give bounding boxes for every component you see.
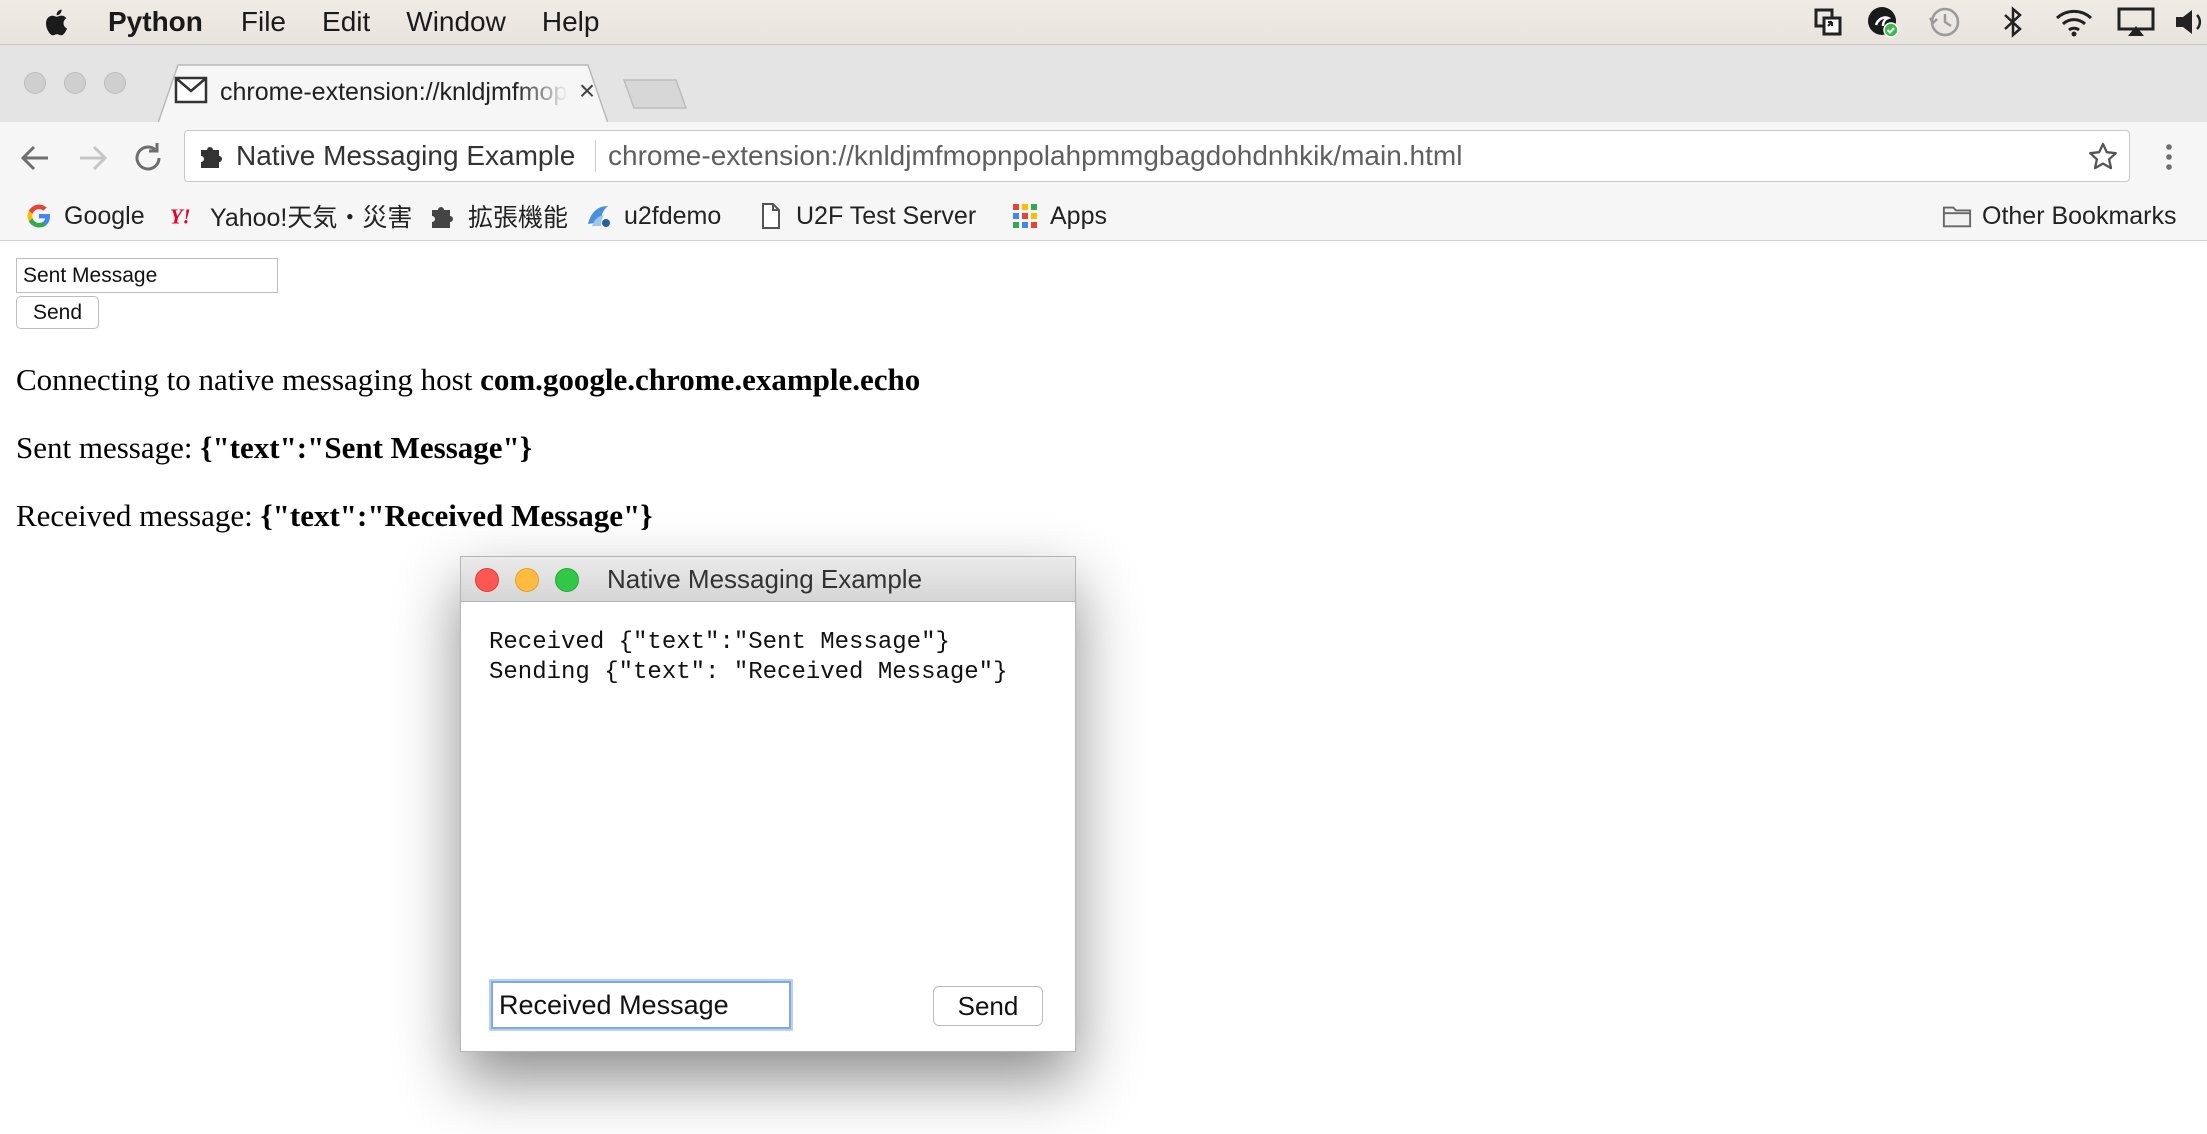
yahoo-icon: Y! <box>170 201 200 231</box>
status-connecting-line: Connecting to native messaging host com.… <box>16 362 920 398</box>
sent-message-json: {"text":"Sent Message"} <box>200 430 532 465</box>
page-icon <box>756 201 786 231</box>
dialog-zoom-button[interactable] <box>555 568 579 592</box>
dialog-log-line: Received {"text":"Sent Message"} <box>489 629 950 656</box>
folder-icon <box>1942 201 1972 231</box>
extension-puzzle-icon <box>198 141 226 171</box>
dialog-minimize-button[interactable] <box>515 568 539 592</box>
window-zoom-button[interactable] <box>104 72 126 94</box>
menu-app-python[interactable]: Python <box>108 6 203 38</box>
sent-message-label: Sent message: <box>16 430 201 465</box>
u2f-icon <box>584 201 614 231</box>
message-input[interactable] <box>16 258 278 293</box>
apple-logo-icon[interactable] <box>40 5 74 39</box>
bookmark-u2fdemo[interactable]: u2fdemo <box>584 196 721 236</box>
bookmark-extensions[interactable]: 拡張機能 <box>428 196 568 236</box>
svg-text:Y!: Y! <box>170 207 191 229</box>
bookmark-label: Apps <box>1050 201 1107 230</box>
omnibox-divider <box>595 140 596 172</box>
volume-icon[interactable] <box>2172 0 2207 44</box>
dialog-titlebar[interactable]: Native Messaging Example <box>461 557 1075 602</box>
menu-window[interactable]: Window <box>406 6 506 38</box>
account-sync-icon[interactable] <box>1864 0 1902 44</box>
new-tab-button[interactable] <box>620 76 690 110</box>
dialog-title: Native Messaging Example <box>607 564 923 594</box>
window-close-button[interactable] <box>24 72 46 94</box>
bookmark-u2f-test-server[interactable]: U2F Test Server <box>756 196 976 236</box>
bookmark-label: Yahoo!天気・災害 <box>210 204 413 232</box>
airplay-icon[interactable] <box>2114 0 2158 44</box>
bookmark-apps[interactable]: Apps <box>1010 196 1107 236</box>
dialog-close-button[interactable] <box>475 568 499 592</box>
extension-puzzle-icon <box>428 201 458 231</box>
sent-message-line: Sent message: {"text":"Sent Message"} <box>16 430 532 466</box>
bookmark-star-icon[interactable] <box>2086 140 2120 174</box>
menu-help[interactable]: Help <box>542 6 600 38</box>
wifi-icon[interactable] <box>2052 0 2096 44</box>
menu-file[interactable]: File <box>241 6 286 38</box>
url-text[interactable]: chrome-extension://knldjmfmopnpolahpmmgb… <box>608 139 1462 173</box>
other-bookmarks[interactable]: Other Bookmarks <box>1942 196 2177 236</box>
window-minimize-button[interactable] <box>64 72 86 94</box>
send-button[interactable]: Send <box>16 296 99 329</box>
bookmark-google[interactable]: Google <box>24 196 145 236</box>
bookmark-label: Google <box>64 201 145 230</box>
bluetooth-icon[interactable] <box>1998 0 2028 44</box>
status-connecting-text: Connecting to native messaging host <box>16 362 481 397</box>
chrome-menu-icon[interactable] <box>2152 140 2186 174</box>
received-message-label: Received message: <box>16 498 261 533</box>
back-arrow-icon[interactable] <box>14 136 58 180</box>
host-name: com.google.chrome.example.echo <box>480 362 921 397</box>
dialog-log-line: Sending {"text": "Received Message"} <box>489 659 1008 686</box>
native-messaging-dialog: Native Messaging Example Received {"text… <box>460 556 1076 1052</box>
menu-edit[interactable]: Edit <box>322 6 370 38</box>
dialog-message-input[interactable] <box>491 981 791 1029</box>
bookmark-label: 拡張機能 <box>468 204 569 232</box>
macos-menu-bar: Python File Edit Window Help <box>0 0 2207 45</box>
apps-grid-icon <box>1010 201 1040 231</box>
google-icon <box>24 201 54 231</box>
window-switch-icon[interactable] <box>1810 0 1846 44</box>
site-name: Native Messaging Example <box>236 140 576 171</box>
received-message-line: Received message: {"text":"Received Mess… <box>16 498 652 534</box>
reload-icon[interactable] <box>126 136 170 180</box>
forward-arrow-icon[interactable] <box>70 136 114 180</box>
tab-title: chrome-extension://knldjmfmopnpolahpmmgb… <box>220 78 568 106</box>
received-message-json: {"text":"Received Message"} <box>260 498 653 533</box>
dialog-send-button[interactable]: Send <box>933 986 1043 1026</box>
bookmark-label: U2F Test Server <box>796 201 977 230</box>
other-bookmarks-label: Other Bookmarks <box>1982 201 2177 230</box>
tab-close-button[interactable]: × <box>574 76 600 106</box>
gmail-envelope-icon <box>174 75 208 105</box>
time-machine-icon[interactable] <box>1926 0 1964 44</box>
bookmark-yahoo-weather[interactable]: Y! Yahoo!天気・災害 <box>170 196 412 236</box>
bookmark-label: u2fdemo <box>624 201 722 230</box>
